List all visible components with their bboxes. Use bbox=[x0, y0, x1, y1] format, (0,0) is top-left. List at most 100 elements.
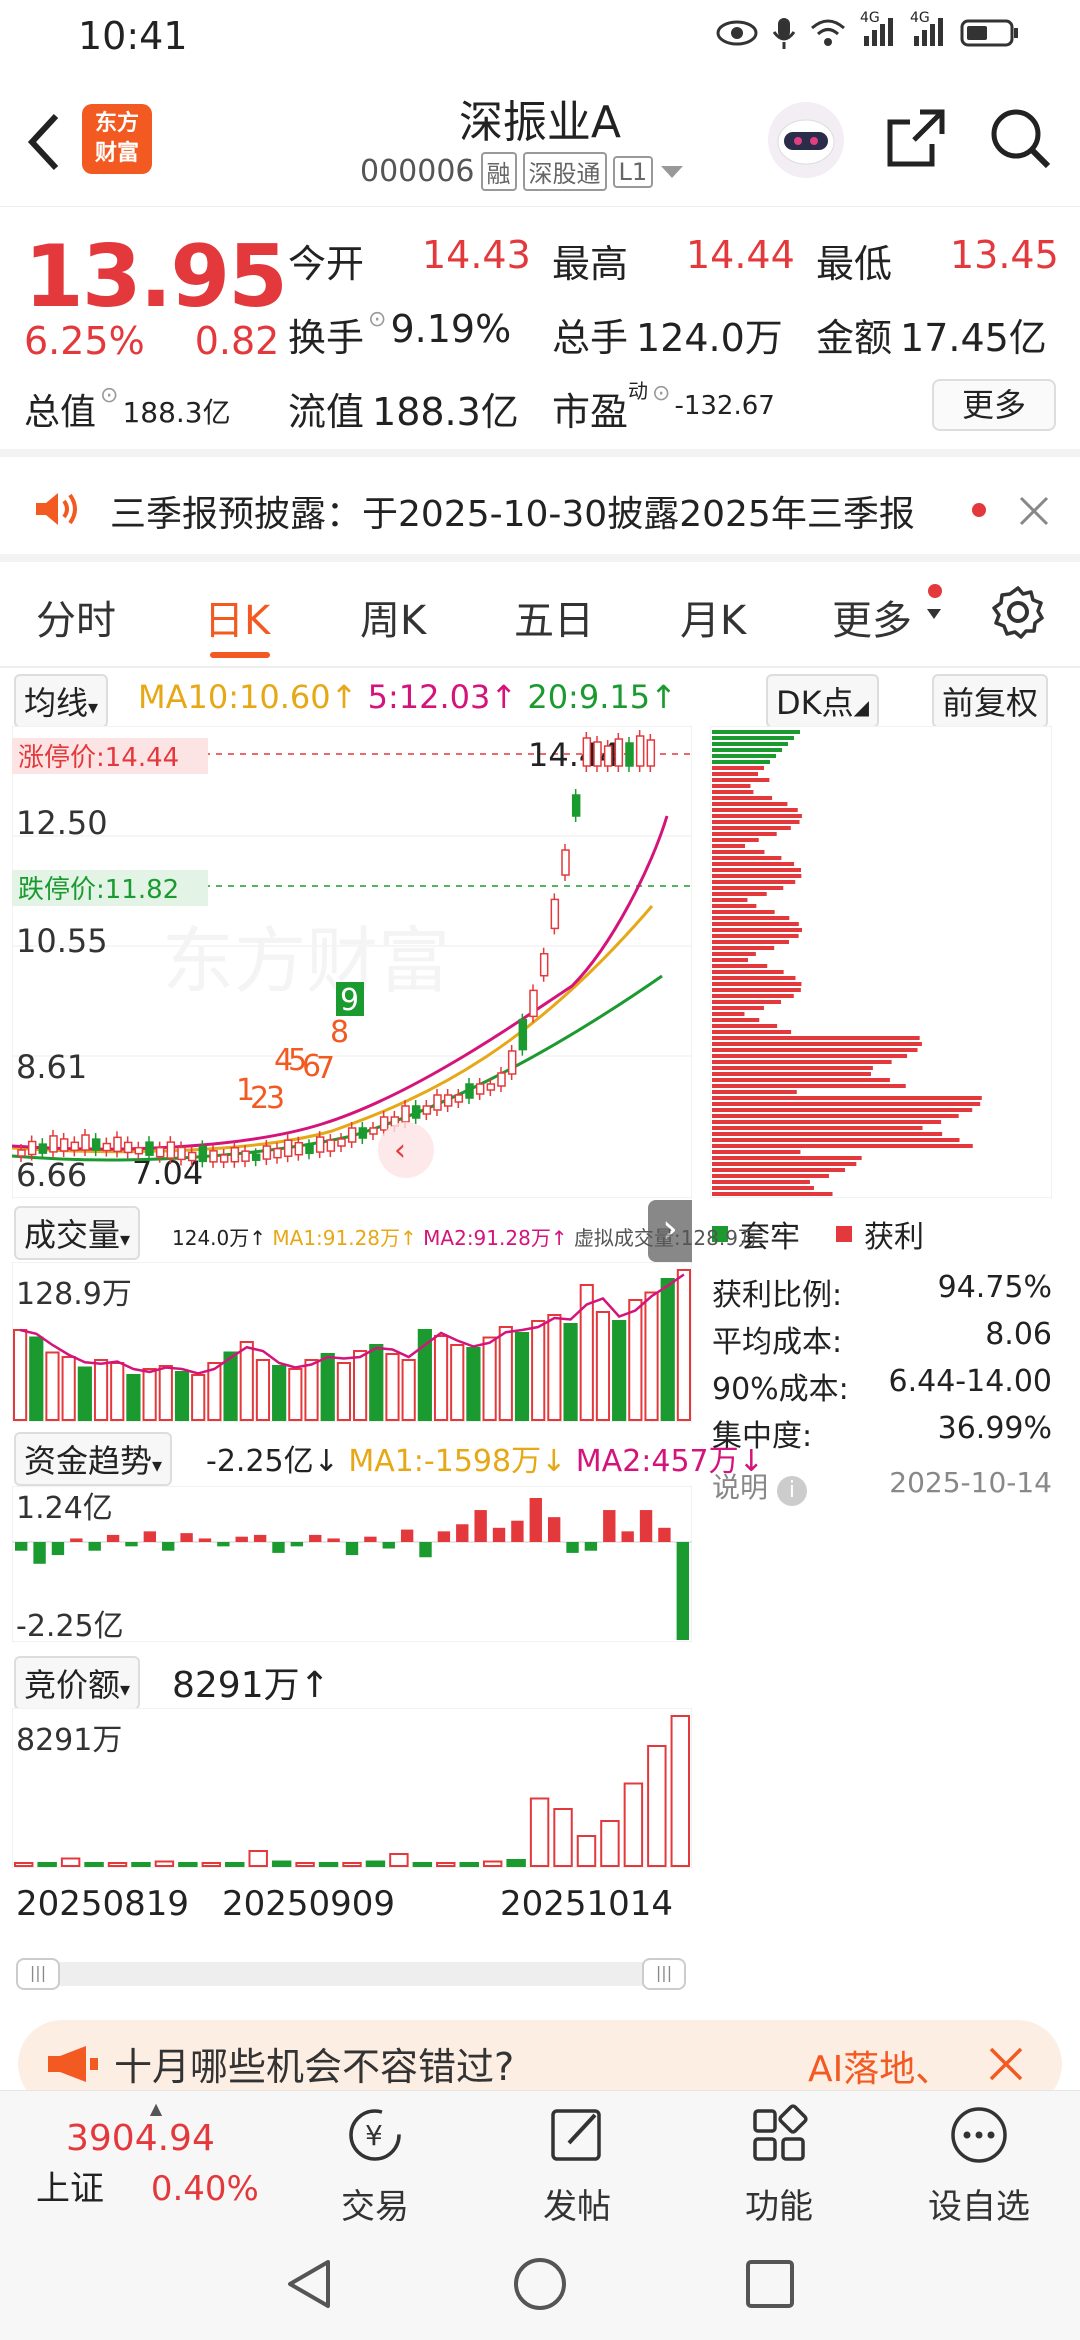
volume-bar bbox=[466, 1347, 481, 1421]
chip-bar bbox=[712, 856, 782, 860]
chip-bar bbox=[712, 1024, 778, 1028]
search-icon[interactable] bbox=[988, 106, 1052, 170]
info-icon[interactable]: ⊙ bbox=[652, 381, 670, 436]
capital-bar bbox=[511, 1520, 524, 1542]
capital-bar bbox=[15, 1542, 28, 1551]
chip-bar bbox=[712, 802, 788, 806]
index-value: 3904.94 bbox=[66, 2118, 215, 2159]
auction-chart[interactable]: 8291万 bbox=[12, 1708, 692, 1868]
tab-trade[interactable]: ¥ 交易 bbox=[300, 2091, 450, 2228]
share-icon[interactable] bbox=[884, 106, 948, 170]
chip-bar bbox=[712, 1192, 833, 1196]
info-icon[interactable]: ⊙ bbox=[368, 307, 386, 362]
capital-selector[interactable]: 资金趋势▾ bbox=[14, 1432, 173, 1486]
candle bbox=[646, 739, 656, 767]
tab-monthly-k[interactable]: 月K bbox=[680, 588, 746, 646]
capital-bar bbox=[88, 1542, 101, 1551]
capital-bar bbox=[162, 1542, 175, 1551]
nav-home-icon[interactable] bbox=[512, 2256, 568, 2312]
chip-bar bbox=[712, 1186, 814, 1190]
range-handle-right[interactable]: ||| bbox=[642, 1958, 686, 1990]
chip-bar bbox=[712, 1084, 906, 1088]
notice-bar[interactable]: 三季报预披露：于2025-10-30披露2025年三季报 bbox=[0, 457, 1080, 562]
tab-watchlist-settings[interactable]: 设自选 bbox=[904, 2091, 1054, 2228]
volume-selector[interactable]: 成交量▾ bbox=[14, 1206, 141, 1260]
range-handle-left[interactable]: ||| bbox=[16, 1958, 60, 1990]
quote-panel: 13.95 6.25% 0.82 总值 ⊙ 188.3亿 今开 14.43 最高… bbox=[0, 207, 1080, 457]
tab-more[interactable]: 更多 bbox=[832, 588, 912, 646]
candle bbox=[91, 1138, 101, 1151]
chip-bar bbox=[712, 1180, 810, 1184]
tab-weekly-k[interactable]: 周K bbox=[360, 588, 426, 646]
candle bbox=[539, 952, 549, 977]
dk-point-button[interactable]: DK点◢ bbox=[766, 674, 880, 728]
volume-bar bbox=[336, 1362, 351, 1421]
chip-distribution-chart[interactable] bbox=[710, 726, 1052, 1198]
low-value: 13.45 bbox=[950, 233, 1059, 277]
stock-code-row[interactable]: 000006 融 深股通 L1 bbox=[360, 152, 685, 191]
close-icon[interactable] bbox=[988, 2046, 1024, 2082]
y-label-1: 12.50 bbox=[16, 804, 108, 842]
chevron-left-icon[interactable]: ‹ bbox=[394, 1133, 406, 1168]
kline-chart[interactable]: 东方财富 涨停价:14.44 跌停价:11.82 12.50 10.55 8.6… bbox=[12, 726, 692, 1198]
range-scrollbar[interactable]: ||| ||| bbox=[16, 1958, 686, 1990]
volume-ma1: MA1:91.28万↑ bbox=[272, 1226, 417, 1250]
tab-post[interactable]: 发帖 bbox=[502, 2091, 652, 2228]
ma-selector[interactable]: 均线▾ bbox=[14, 674, 109, 728]
auction-bar bbox=[553, 1808, 573, 1867]
capital-legend: -2.25亿↓ MA1:-1598万↓ MA2:457万↓ bbox=[206, 1436, 764, 1480]
volume-chart[interactable]: 128.9万 bbox=[12, 1262, 692, 1422]
index-ticker[interactable]: ▲ 3904.94 上证 0.40% bbox=[36, 2099, 276, 2210]
auction-bar bbox=[342, 1862, 362, 1867]
tab-functions[interactable]: 功能 bbox=[704, 2091, 854, 2228]
change-percent: 6.25% bbox=[24, 319, 145, 363]
gear-icon[interactable] bbox=[990, 584, 1046, 640]
candle bbox=[187, 1151, 197, 1162]
level-tag: L1 bbox=[612, 155, 654, 188]
capital-bar bbox=[566, 1542, 579, 1553]
banner-text: 十月哪些机会不容错过? bbox=[114, 2045, 515, 2089]
nav-recents-icon[interactable] bbox=[742, 2256, 798, 2312]
chip-date: 2025-10-14 bbox=[889, 1466, 1052, 1499]
y-label-2: 10.55 bbox=[16, 922, 108, 960]
tab-daily-k[interactable]: 日K bbox=[204, 588, 270, 646]
candle bbox=[358, 1127, 368, 1139]
volume-bar bbox=[61, 1356, 76, 1421]
candle bbox=[347, 1127, 357, 1143]
info-icon[interactable]: ⊙ bbox=[100, 383, 118, 435]
volume-row: 总手 124.0万 bbox=[552, 307, 783, 362]
auction-selector[interactable]: 竞价额▾ bbox=[14, 1656, 141, 1710]
volume-bar bbox=[498, 1326, 513, 1421]
tab-five-day[interactable]: 五日 bbox=[514, 588, 594, 646]
system-nav-bar bbox=[0, 2230, 1080, 2340]
capital-bar bbox=[474, 1510, 487, 1542]
chip-bar bbox=[712, 988, 801, 992]
chip-bar bbox=[712, 1162, 857, 1166]
auction-bar bbox=[154, 1860, 175, 1867]
stock-code: 000006 bbox=[360, 154, 475, 189]
chip-bar bbox=[712, 784, 751, 788]
signal-7: 7 bbox=[316, 1051, 335, 1086]
close-icon[interactable] bbox=[1018, 495, 1050, 527]
auction-bar bbox=[459, 1862, 479, 1867]
chip-bar bbox=[712, 946, 775, 950]
nav-left-bubble[interactable] bbox=[378, 1122, 434, 1178]
volume-bar bbox=[369, 1344, 384, 1421]
auction-bar bbox=[14, 1862, 34, 1867]
info-icon[interactable]: i bbox=[776, 1476, 807, 1506]
robot-avatar[interactable] bbox=[768, 102, 844, 178]
ma10-value: MA10:10.60↑ bbox=[138, 678, 358, 716]
index-name: 上证 bbox=[36, 2169, 104, 2209]
open-value: 14.43 bbox=[422, 233, 531, 277]
adjust-button[interactable]: 前复权 bbox=[932, 674, 1049, 728]
chip-bar bbox=[712, 1144, 973, 1148]
nav-back-icon[interactable] bbox=[282, 2256, 338, 2312]
more-button[interactable]: 更多 bbox=[932, 379, 1056, 431]
volume-virtual: 虚拟成交量:128.9万 bbox=[573, 1226, 758, 1250]
chip-bar bbox=[712, 1036, 920, 1040]
capital-chart[interactable]: 1.24亿 -2.25亿 bbox=[12, 1486, 692, 1642]
chip-bar bbox=[712, 1120, 942, 1124]
tab-timeshare[interactable]: 分时 bbox=[36, 588, 116, 646]
volume-bar bbox=[239, 1341, 254, 1421]
volume-bar bbox=[191, 1374, 206, 1421]
